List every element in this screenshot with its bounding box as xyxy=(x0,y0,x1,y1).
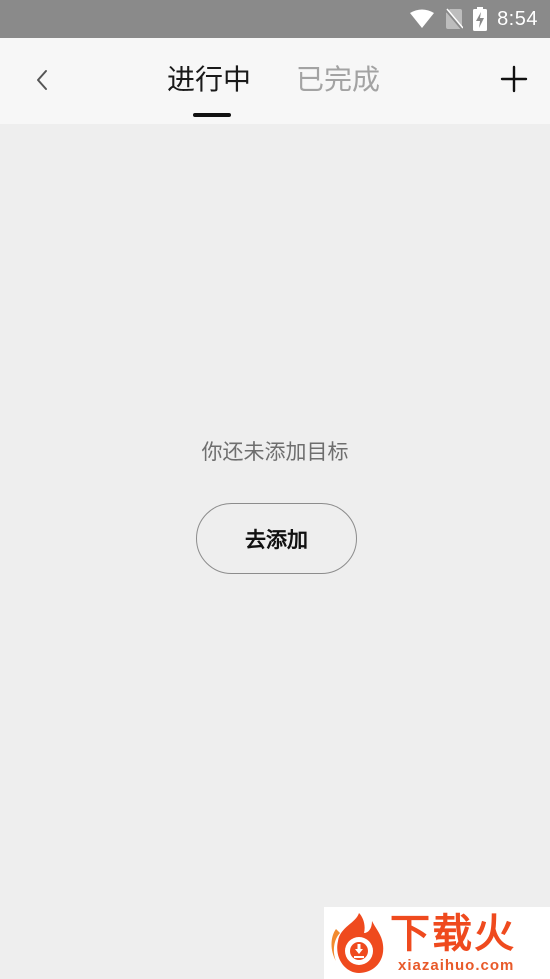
go-add-button[interactable]: 去添加 xyxy=(196,503,357,574)
plus-icon xyxy=(500,65,528,97)
wifi-icon xyxy=(409,9,435,29)
status-bar: 8:54 xyxy=(0,0,550,38)
back-button[interactable] xyxy=(22,62,62,102)
chevron-left-icon xyxy=(35,68,49,96)
header: 进行中 已完成 xyxy=(0,38,550,124)
tab-in-progress[interactable]: 进行中 xyxy=(167,60,251,100)
tab-completed[interactable]: 已完成 xyxy=(296,60,380,100)
watermark: 下载火 xiazaihuo.com xyxy=(324,907,550,979)
add-button[interactable] xyxy=(496,61,532,101)
active-tab-indicator xyxy=(193,113,231,117)
flame-logo-icon xyxy=(328,911,390,979)
status-time: 8:54 xyxy=(497,7,538,30)
watermark-title: 下载火 xyxy=(390,911,516,957)
battery-charging-icon xyxy=(473,7,488,31)
no-sim-icon xyxy=(445,8,464,30)
watermark-url: xiazaihuo.com xyxy=(398,957,515,974)
status-icons: 8:54 xyxy=(409,0,538,38)
empty-state-message: 你还未添加目标 xyxy=(201,440,349,464)
